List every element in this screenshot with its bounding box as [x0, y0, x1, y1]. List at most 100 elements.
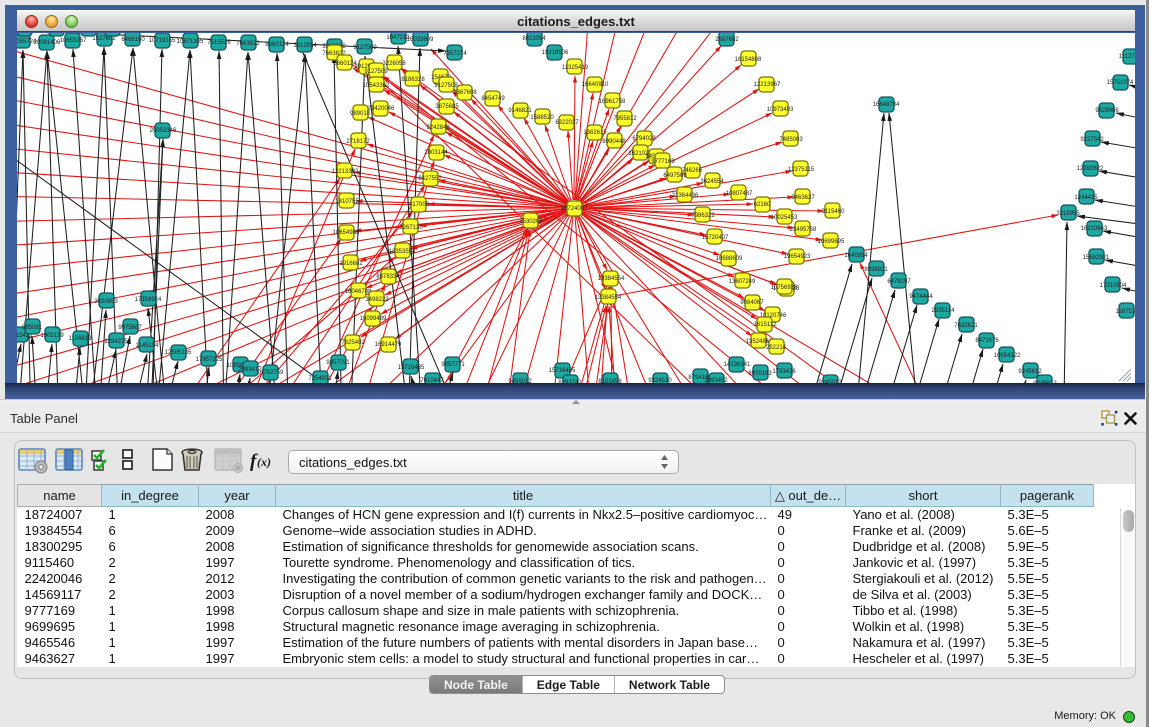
- svg-text:9227342: 9227342: [1080, 137, 1104, 143]
- svg-text:3215955: 3215955: [1056, 211, 1080, 217]
- svg-text:16640910: 16640910: [582, 82, 609, 88]
- svg-text:16046788: 16046788: [345, 289, 372, 295]
- svg-text:15692921: 15692921: [1083, 255, 1110, 261]
- svg-text:8813054: 8813054: [522, 36, 546, 42]
- svg-text:8938921: 8938921: [864, 267, 888, 273]
- svg-text:1362615: 1362615: [583, 130, 607, 136]
- svg-text:6466160: 6466160: [121, 37, 145, 43]
- svg-text:23495758: 23495758: [790, 227, 817, 233]
- svg-text:9463627: 9463627: [791, 195, 815, 201]
- svg-text:6794028: 6794028: [632, 136, 656, 142]
- svg-text:15751074: 15751074: [1107, 80, 1134, 86]
- svg-text:417006: 417006: [409, 202, 430, 208]
- svg-text:18724007: 18724007: [561, 206, 588, 212]
- svg-text:20053346: 20053346: [150, 128, 177, 134]
- svg-text:3498222: 3498222: [365, 297, 389, 303]
- svg-text:9245612: 9245612: [1033, 381, 1057, 383]
- svg-text:16914479: 16914479: [375, 342, 402, 348]
- svg-text:252214: 252214: [766, 345, 787, 351]
- svg-text:10719155: 10719155: [149, 38, 176, 44]
- svg-text:6990448: 6990448: [602, 139, 626, 145]
- svg-text:1916682: 1916682: [339, 261, 363, 267]
- svg-text:10025453: 10025453: [771, 215, 798, 221]
- svg-text:3267130: 3267130: [399, 225, 423, 231]
- svg-text:8878334: 8878334: [376, 274, 400, 280]
- svg-text:9242848: 9242848: [426, 125, 450, 131]
- svg-text:16648784: 16648784: [873, 102, 900, 108]
- svg-text:9084067: 9084067: [740, 300, 764, 306]
- svg-text:21364436: 21364436: [672, 193, 699, 199]
- svg-text:2530205: 2530205: [519, 219, 543, 225]
- svg-text:1615112: 1615112: [754, 322, 778, 328]
- svg-text:17010504: 17010504: [1100, 283, 1127, 289]
- svg-text:13384554: 13384554: [595, 295, 622, 301]
- svg-text:989018: 989018: [350, 111, 371, 117]
- svg-text:10653267: 10653267: [60, 38, 87, 44]
- svg-text:2020653: 2020653: [94, 299, 118, 305]
- svg-text:16033809: 16033809: [407, 37, 434, 43]
- svg-text:12505135: 12505135: [165, 350, 192, 356]
- svg-text:2093417: 2093417: [238, 367, 262, 373]
- svg-text:10688609: 10688609: [716, 256, 743, 262]
- svg-text:9455012: 9455012: [508, 379, 532, 383]
- svg-text:10756928: 10756928: [771, 285, 798, 291]
- svg-text:2935114: 2935114: [932, 308, 956, 314]
- svg-text:9115460: 9115460: [822, 209, 846, 215]
- svg-text:2687682: 2687682: [715, 37, 739, 43]
- svg-text:20091406: 20091406: [34, 40, 61, 46]
- svg-text:8660124: 8660124: [265, 42, 289, 48]
- svg-text:1527602: 1527602: [92, 36, 116, 42]
- svg-text:15720407: 15720407: [702, 235, 729, 241]
- svg-text:7986322: 7986322: [691, 213, 715, 219]
- svg-text:10671355: 10671355: [177, 39, 204, 45]
- svg-text:10973493: 10973493: [767, 107, 794, 113]
- svg-text:1167534: 1167534: [1116, 309, 1135, 315]
- svg-text:2803144: 2803144: [424, 150, 448, 156]
- svg-text:2718172: 2718172: [346, 139, 370, 145]
- svg-text:7632621: 7632621: [954, 323, 978, 329]
- svg-text:6322037: 6322037: [555, 120, 579, 126]
- svg-text:10654983: 10654983: [333, 230, 360, 236]
- svg-text:8471676: 8471676: [975, 338, 999, 344]
- svg-text:9857771: 9857771: [441, 362, 465, 368]
- svg-text:8427552: 8427552: [418, 176, 442, 182]
- svg-text:16099489: 16099489: [360, 316, 387, 322]
- svg-text:16154808: 16154808: [735, 57, 762, 63]
- svg-text:14136141: 14136141: [724, 362, 751, 368]
- svg-text:9127509: 9127509: [364, 69, 388, 75]
- svg-text:9324510: 9324510: [648, 378, 672, 383]
- svg-text:3226058: 3226058: [382, 61, 406, 67]
- svg-text:9146821: 9146821: [508, 108, 532, 114]
- svg-text:3624554: 3624554: [700, 179, 724, 185]
- svg-text:1640954: 1640954: [844, 253, 868, 259]
- svg-text:2367608: 2367608: [453, 90, 477, 96]
- svg-text:7955812: 7955812: [613, 116, 637, 122]
- svg-text:17359924: 17359924: [135, 297, 162, 303]
- svg-text:1145194: 1145194: [136, 343, 160, 349]
- svg-text:13607249: 13607249: [729, 279, 756, 285]
- svg-text:10654122: 10654122: [994, 353, 1021, 359]
- svg-text:19384554: 19384554: [598, 276, 625, 282]
- svg-text:1244415: 1244415: [1074, 195, 1098, 201]
- svg-text:1294275: 1294275: [104, 339, 128, 345]
- svg-text:9857791: 9857791: [326, 360, 350, 366]
- svg-text:16210643: 16210643: [1081, 226, 1108, 232]
- svg-text:8293741: 8293741: [558, 380, 582, 383]
- svg-text:19654923: 19654923: [784, 254, 811, 260]
- svg-text:8186328: 8186328: [401, 77, 425, 83]
- svg-text:1810755: 1810755: [335, 199, 359, 205]
- svg-text:6102458: 6102458: [598, 379, 622, 383]
- svg-text:23420046: 23420046: [368, 106, 395, 112]
- svg-text:9245612: 9245612: [1018, 369, 1042, 375]
- svg-text:12375115: 12375115: [788, 167, 815, 173]
- svg-text:19218506: 19218506: [542, 50, 569, 56]
- svg-text:7515526: 7515526: [207, 40, 231, 46]
- svg-text:(x): (x): [257, 455, 271, 469]
- svg-text:8454749: 8454749: [481, 96, 505, 102]
- svg-text:9245012: 9245012: [818, 380, 842, 383]
- svg-text:12213967: 12213967: [754, 82, 781, 88]
- svg-text:10543362: 10543362: [363, 83, 390, 89]
- svg-text:985081: 985081: [22, 325, 43, 331]
- svg-text:15716485: 15716485: [549, 368, 576, 374]
- svg-text:62160: 62160: [754, 202, 771, 208]
